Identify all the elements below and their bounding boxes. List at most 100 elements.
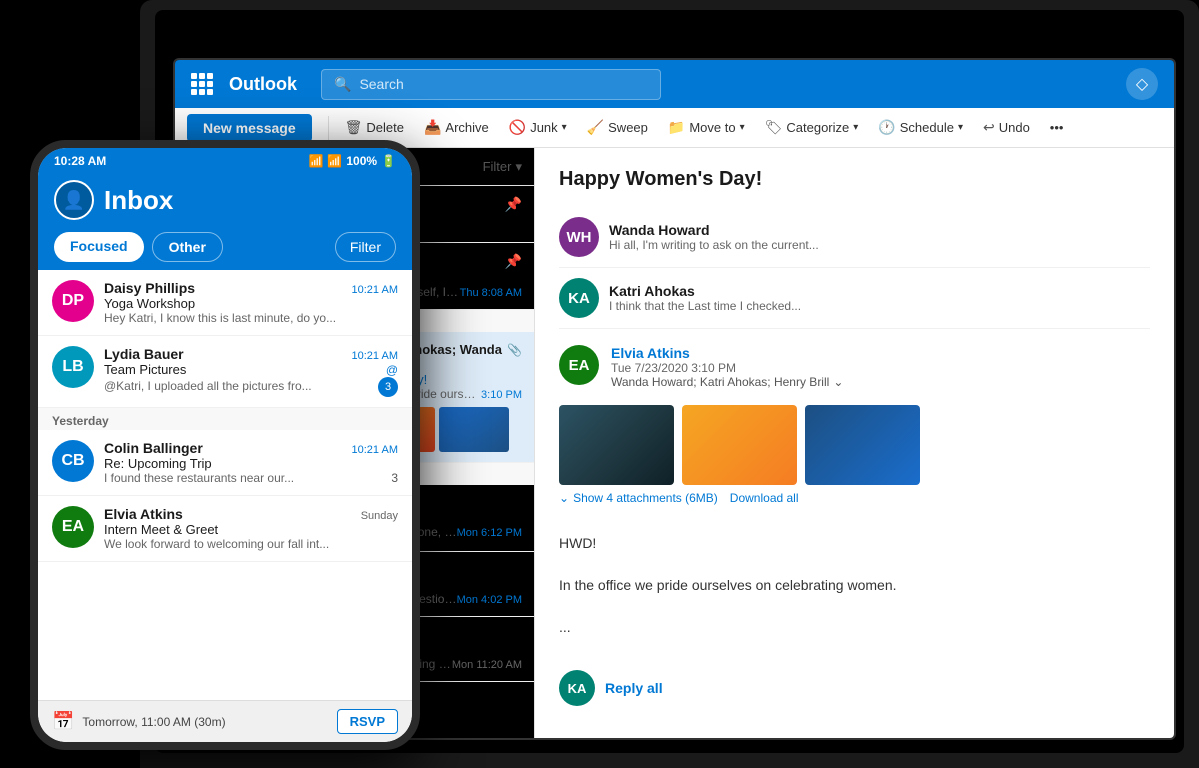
reply-all-section: KA Reply all xyxy=(559,670,1150,706)
sender-name: Daisy Phillips xyxy=(104,280,195,296)
move-icon: 📁 xyxy=(668,119,685,136)
battery-label: 100% xyxy=(346,154,377,168)
expand-recipients-icon[interactable]: ⌄ xyxy=(833,375,843,389)
body-line-2: In the office we pride ourselves on cele… xyxy=(559,575,1150,596)
email-time: Sunday xyxy=(361,510,398,522)
reminder-text: Tomorrow, 11:00 AM (30m) xyxy=(82,715,225,729)
count-label: 3 xyxy=(391,471,398,485)
sender-name: Colin Ballinger xyxy=(104,440,203,456)
attachments xyxy=(559,405,1150,485)
junk-icon: 🚫 xyxy=(509,119,526,136)
phone-profile-avatar[interactable]: 👤 xyxy=(54,180,94,220)
conversation-item[interactable]: KA Katri Ahokas I think that the Last ti… xyxy=(559,268,1150,329)
email-time: 3:10 PM xyxy=(481,389,522,401)
email-date: Tue 7/23/2020 3:10 PM xyxy=(611,361,843,375)
email-preview: Hey Katri, I know this is last minute, d… xyxy=(104,311,398,325)
signal-icon: 📶 xyxy=(327,154,342,168)
rsvp-button[interactable]: RSVP xyxy=(337,709,398,734)
sender-name: Elvia Atkins xyxy=(611,345,843,361)
body-line-1: HWD! xyxy=(559,533,1150,554)
email-subject: Team Pictures xyxy=(104,362,186,377)
phone-tabs: Focused Other Filter xyxy=(38,232,412,270)
schedule-button[interactable]: 🕐 Schedule ▾ xyxy=(870,115,971,140)
filter-chevron-icon: ▾ xyxy=(515,159,522,175)
phone-inner: 10:28 AM 📶 📶 100% 🔋 👤 Inbox Focused Othe… xyxy=(38,148,412,742)
email-content: Colin Ballinger 10:21 AM Re: Upcoming Tr… xyxy=(104,440,398,485)
archive-icon: 📥 xyxy=(424,119,441,136)
undo-button[interactable]: ↩ Undo xyxy=(975,115,1038,140)
schedule-icon: 🕐 xyxy=(878,119,895,136)
categorize-button[interactable]: 🏷 Categorize ▾ xyxy=(757,115,867,140)
categorize-icon: 🏷 xyxy=(765,119,783,136)
sender-info: Wanda Howard Hi all, I'm writing to ask … xyxy=(609,222,1150,252)
phone-list-item[interactable]: LB Lydia Bauer 10:21 AM Team Pictures @ … xyxy=(38,336,412,408)
sender-preview: I think that the Last time I checked... xyxy=(609,299,1150,313)
avatar: EA xyxy=(559,345,599,385)
pin-icon: 📌 xyxy=(505,196,522,213)
move-to-button[interactable]: 📁 Move to ▾ xyxy=(660,115,753,140)
reply-avatar: KA xyxy=(559,670,595,706)
phone-header: 👤 Inbox xyxy=(38,172,412,232)
email-time: 10:21 AM xyxy=(352,444,398,456)
undo-icon: ↩ xyxy=(983,119,995,136)
main-email-meta: Elvia Atkins Tue 7/23/2020 3:10 PM Wanda… xyxy=(611,345,843,389)
battery-icon: 🔋 xyxy=(381,154,396,168)
reading-pane: Happy Women's Day! WH Wanda Howard Hi al… xyxy=(535,148,1174,738)
delete-button[interactable]: 🗑 Delete xyxy=(337,115,412,140)
attachment-thumbnail[interactable] xyxy=(682,405,797,485)
pin-icon: 📌 xyxy=(505,253,522,270)
more-options-button[interactable]: ••• xyxy=(1042,116,1072,139)
email-content: Lydia Bauer 10:21 AM Team Pictures @ @Ka… xyxy=(104,346,398,397)
phone-list-item[interactable]: DP Daisy Phillips 10:21 AM Yoga Workshop… xyxy=(38,270,412,336)
calendar-icon: 📅 xyxy=(52,711,74,732)
expand-icon: ⌄ xyxy=(559,491,569,505)
avatar: DP xyxy=(52,280,94,322)
filter-button[interactable]: Filter ▾ xyxy=(483,159,522,183)
at-mention-icon: @ xyxy=(386,363,398,377)
avatar: KA xyxy=(559,278,599,318)
email-time: Mon 11:20 AM xyxy=(452,659,522,671)
email-preview: We look forward to welcoming our fall in… xyxy=(104,537,398,551)
phone-status-bar: 10:28 AM 📶 📶 100% 🔋 xyxy=(38,148,412,172)
phone-bottom: 📅 Tomorrow, 11:00 AM (30m) RSVP xyxy=(38,700,412,742)
email-time: Mon 6:12 PM xyxy=(457,527,522,539)
email-time: Mon 4:02 PM xyxy=(457,594,522,606)
conversation-item[interactable]: WH Wanda Howard Hi all, I'm writing to a… xyxy=(559,207,1150,268)
phone-filter-button[interactable]: Filter xyxy=(335,232,396,262)
apps-icon[interactable] xyxy=(191,73,213,95)
new-message-button[interactable]: New message xyxy=(187,114,312,142)
reply-all-button[interactable]: Reply all xyxy=(605,680,663,696)
archive-button[interactable]: 📥 Archive xyxy=(416,115,497,140)
phone-list-item[interactable]: CB Colin Ballinger 10:21 AM Re: Upcoming… xyxy=(38,430,412,496)
email-body: HWD! In the office we pride ourselves on… xyxy=(559,517,1150,654)
junk-button[interactable]: 🚫 Junk ▾ xyxy=(501,115,575,140)
attachment-thumbnail[interactable] xyxy=(559,405,674,485)
attachment-thumbnail[interactable] xyxy=(805,405,920,485)
phone-list-item[interactable]: EA Elvia Atkins Sunday Intern Meet & Gre… xyxy=(38,496,412,562)
search-bar[interactable]: 🔍 xyxy=(321,69,661,100)
sweep-button[interactable]: 🧹 Sweep xyxy=(579,115,656,140)
search-input[interactable] xyxy=(359,76,648,92)
outlook-navbar: Outlook 🔍 ◇ xyxy=(175,60,1174,108)
phone-tab-other[interactable]: Other xyxy=(152,232,223,262)
email-time: Thu 8:08 AM xyxy=(460,287,522,299)
avatar: EA xyxy=(52,506,94,548)
email-time: 10:21 AM xyxy=(352,284,398,296)
avatar: WH xyxy=(559,217,599,257)
delete-icon: 🗑 xyxy=(345,119,363,136)
email-subject: Intern Meet & Greet xyxy=(104,522,398,537)
download-all-link[interactable]: Download all xyxy=(730,491,799,505)
reading-subject: Happy Women's Day! xyxy=(559,168,1150,191)
email-content: Elvia Atkins Sunday Intern Meet & Greet … xyxy=(104,506,398,551)
attachment-icon: 📎 xyxy=(507,343,522,357)
email-subject: Re: Upcoming Trip xyxy=(104,456,398,471)
premium-icon[interactable]: ◇ xyxy=(1126,68,1158,100)
sender-name: Wanda Howard xyxy=(609,222,1150,238)
phone-tab-focused[interactable]: Focused xyxy=(54,232,144,262)
main-email-section: EA Elvia Atkins Tue 7/23/2020 3:10 PM Wa… xyxy=(559,337,1150,654)
main-email-header: EA Elvia Atkins Tue 7/23/2020 3:10 PM Wa… xyxy=(559,337,1150,397)
scene: Outlook 🔍 ◇ New message 🗑 Delete 📥 xyxy=(0,0,1199,768)
show-attachments-link[interactable]: ⌄ Show 4 attachments (6MB) xyxy=(559,491,718,505)
more-icon: ••• xyxy=(1050,120,1064,135)
recipients: Wanda Howard; Katri Ahokas; Henry Brill … xyxy=(611,375,843,389)
